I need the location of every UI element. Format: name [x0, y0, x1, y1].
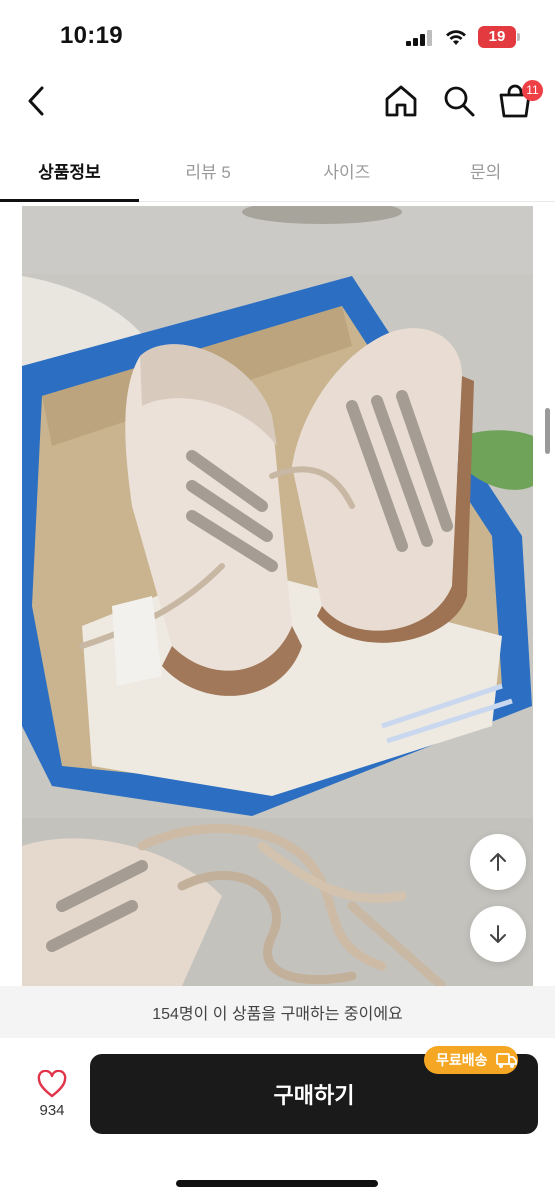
like-count: 934	[39, 1102, 65, 1119]
search-icon	[444, 86, 475, 117]
battery-tip	[517, 33, 520, 41]
back-button[interactable]	[18, 82, 54, 120]
scroll-to-bottom-button[interactable]	[470, 906, 526, 962]
heart-icon	[37, 1070, 67, 1098]
scroll-indicator[interactable]	[545, 408, 550, 454]
home-button[interactable]	[382, 82, 420, 120]
cellular-signal-icon	[406, 30, 432, 46]
product-image[interactable]	[22, 206, 533, 986]
tab-size[interactable]: 사이즈	[278, 140, 417, 201]
battery-indicator: 19	[478, 26, 516, 48]
arrow-up-icon	[490, 853, 506, 871]
home-icon	[385, 85, 417, 117]
wifi-icon	[446, 30, 466, 45]
chevron-left-icon	[28, 86, 44, 116]
tab-reviews[interactable]: 리뷰 5	[139, 140, 278, 201]
product-tabs: 상품정보 리뷰 5 사이즈 문의	[0, 140, 555, 202]
truck-icon	[496, 1053, 517, 1068]
viewer-count-banner: 154명이 이 상품을 구매하는 중이에요	[0, 986, 555, 1038]
bottom-purchase-bar: 154명이 이 상품을 구매하는 중이에요 934 구매하기 무료배송	[0, 986, 555, 1200]
scroll-to-top-button[interactable]	[470, 834, 526, 890]
top-nav	[0, 70, 555, 132]
battery-level: 19	[488, 28, 506, 45]
status-bar: 10:19 19	[0, 0, 555, 70]
tab-product-info[interactable]: 상품정보	[0, 140, 139, 202]
status-time: 10:19	[60, 22, 123, 49]
arrow-down-icon	[490, 925, 506, 943]
home-indicator[interactable]	[176, 1180, 378, 1187]
like-button[interactable]: 934	[22, 1070, 82, 1130]
cart-count-badge: 11	[522, 80, 543, 101]
tab-inquiry[interactable]: 문의	[416, 140, 555, 201]
search-button[interactable]	[440, 82, 478, 120]
